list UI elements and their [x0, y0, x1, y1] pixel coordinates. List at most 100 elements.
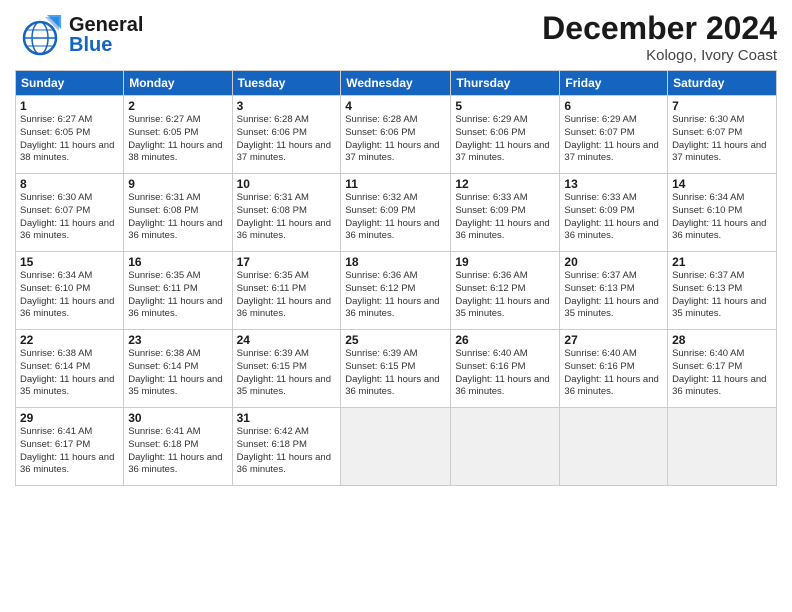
table-row: 13 Sunrise: 6:33 AMSunset: 6:09 PMDaylig… — [560, 174, 668, 252]
table-row: 27 Sunrise: 6:40 AMSunset: 6:16 PMDaylig… — [560, 330, 668, 408]
table-row: 4 Sunrise: 6:28 AMSunset: 6:06 PMDayligh… — [341, 96, 451, 174]
day-detail: Sunrise: 6:30 AMSunset: 6:07 PMDaylight:… — [20, 192, 114, 241]
table-row: 23 Sunrise: 6:38 AMSunset: 6:14 PMDaylig… — [124, 330, 232, 408]
calendar-week-row: 22 Sunrise: 6:38 AMSunset: 6:14 PMDaylig… — [16, 330, 777, 408]
day-number: 7 — [672, 99, 772, 113]
empty-cell — [668, 408, 777, 486]
day-number: 18 — [345, 255, 446, 269]
day-number: 11 — [345, 177, 446, 191]
table-row: 24 Sunrise: 6:39 AMSunset: 6:15 PMDaylig… — [232, 330, 341, 408]
day-detail: Sunrise: 6:31 AMSunset: 6:08 PMDaylight:… — [128, 192, 222, 241]
day-detail: Sunrise: 6:38 AMSunset: 6:14 PMDaylight:… — [20, 348, 114, 397]
day-number: 5 — [455, 99, 555, 113]
day-number: 13 — [564, 177, 663, 191]
day-number: 3 — [237, 99, 337, 113]
table-row: 19 Sunrise: 6:36 AMSunset: 6:12 PMDaylig… — [451, 252, 560, 330]
logo: General Blue — [15, 10, 143, 60]
col-friday: Friday — [560, 71, 668, 96]
day-detail: Sunrise: 6:27 AMSunset: 6:05 PMDaylight:… — [128, 114, 222, 163]
calendar-header-row: Sunday Monday Tuesday Wednesday Thursday… — [16, 71, 777, 96]
day-number: 1 — [20, 99, 119, 113]
title-block: December 2024 Kologo, Ivory Coast — [542, 10, 777, 64]
day-number: 10 — [237, 177, 337, 191]
day-detail: Sunrise: 6:39 AMSunset: 6:15 PMDaylight:… — [345, 348, 439, 397]
month-title: December 2024 — [542, 10, 777, 47]
day-detail: Sunrise: 6:38 AMSunset: 6:14 PMDaylight:… — [128, 348, 222, 397]
day-detail: Sunrise: 6:29 AMSunset: 6:07 PMDaylight:… — [564, 114, 658, 163]
calendar-week-row: 29 Sunrise: 6:41 AMSunset: 6:17 PMDaylig… — [16, 408, 777, 486]
day-detail: Sunrise: 6:40 AMSunset: 6:17 PMDaylight:… — [672, 348, 766, 397]
page-header: General Blue December 2024 Kologo, Ivory… — [15, 10, 777, 64]
day-number: 4 — [345, 99, 446, 113]
day-detail: Sunrise: 6:32 AMSunset: 6:09 PMDaylight:… — [345, 192, 439, 241]
day-number: 27 — [564, 333, 663, 347]
day-number: 22 — [20, 333, 119, 347]
table-row: 16 Sunrise: 6:35 AMSunset: 6:11 PMDaylig… — [124, 252, 232, 330]
day-detail: Sunrise: 6:31 AMSunset: 6:08 PMDaylight:… — [237, 192, 331, 241]
table-row: 9 Sunrise: 6:31 AMSunset: 6:08 PMDayligh… — [124, 174, 232, 252]
day-number: 9 — [128, 177, 227, 191]
empty-cell — [341, 408, 451, 486]
table-row: 31 Sunrise: 6:42 AMSunset: 6:18 PMDaylig… — [232, 408, 341, 486]
day-detail: Sunrise: 6:40 AMSunset: 6:16 PMDaylight:… — [455, 348, 549, 397]
logo-blue: Blue — [69, 35, 143, 55]
day-number: 16 — [128, 255, 227, 269]
calendar-week-row: 15 Sunrise: 6:34 AMSunset: 6:10 PMDaylig… — [16, 252, 777, 330]
day-number: 26 — [455, 333, 555, 347]
day-detail: Sunrise: 6:33 AMSunset: 6:09 PMDaylight:… — [455, 192, 549, 241]
day-detail: Sunrise: 6:37 AMSunset: 6:13 PMDaylight:… — [564, 270, 658, 319]
day-detail: Sunrise: 6:35 AMSunset: 6:11 PMDaylight:… — [128, 270, 222, 319]
col-sunday: Sunday — [16, 71, 124, 96]
day-number: 31 — [237, 411, 337, 425]
table-row: 29 Sunrise: 6:41 AMSunset: 6:17 PMDaylig… — [16, 408, 124, 486]
day-number: 8 — [20, 177, 119, 191]
day-number: 29 — [20, 411, 119, 425]
day-detail: Sunrise: 6:39 AMSunset: 6:15 PMDaylight:… — [237, 348, 331, 397]
table-row: 3 Sunrise: 6:28 AMSunset: 6:06 PMDayligh… — [232, 96, 341, 174]
day-detail: Sunrise: 6:29 AMSunset: 6:06 PMDaylight:… — [455, 114, 549, 163]
table-row: 20 Sunrise: 6:37 AMSunset: 6:13 PMDaylig… — [560, 252, 668, 330]
table-row: 11 Sunrise: 6:32 AMSunset: 6:09 PMDaylig… — [341, 174, 451, 252]
col-thursday: Thursday — [451, 71, 560, 96]
day-number: 14 — [672, 177, 772, 191]
table-row: 14 Sunrise: 6:34 AMSunset: 6:10 PMDaylig… — [668, 174, 777, 252]
day-number: 2 — [128, 99, 227, 113]
day-number: 19 — [455, 255, 555, 269]
day-detail: Sunrise: 6:36 AMSunset: 6:12 PMDaylight:… — [345, 270, 439, 319]
day-number: 25 — [345, 333, 446, 347]
day-number: 12 — [455, 177, 555, 191]
table-row: 18 Sunrise: 6:36 AMSunset: 6:12 PMDaylig… — [341, 252, 451, 330]
location-text: Kologo, Ivory Coast — [542, 47, 777, 64]
col-monday: Monday — [124, 71, 232, 96]
logo-icon — [15, 10, 65, 60]
col-tuesday: Tuesday — [232, 71, 341, 96]
day-number: 24 — [237, 333, 337, 347]
page-container: General Blue December 2024 Kologo, Ivory… — [0, 0, 792, 496]
table-row: 17 Sunrise: 6:35 AMSunset: 6:11 PMDaylig… — [232, 252, 341, 330]
table-row: 22 Sunrise: 6:38 AMSunset: 6:14 PMDaylig… — [16, 330, 124, 408]
day-number: 20 — [564, 255, 663, 269]
day-detail: Sunrise: 6:34 AMSunset: 6:10 PMDaylight:… — [20, 270, 114, 319]
calendar-week-row: 1 Sunrise: 6:27 AMSunset: 6:05 PMDayligh… — [16, 96, 777, 174]
day-number: 6 — [564, 99, 663, 113]
table-row: 25 Sunrise: 6:39 AMSunset: 6:15 PMDaylig… — [341, 330, 451, 408]
table-row: 26 Sunrise: 6:40 AMSunset: 6:16 PMDaylig… — [451, 330, 560, 408]
day-number: 15 — [20, 255, 119, 269]
table-row: 7 Sunrise: 6:30 AMSunset: 6:07 PMDayligh… — [668, 96, 777, 174]
day-number: 17 — [237, 255, 337, 269]
day-number: 30 — [128, 411, 227, 425]
logo-text: General Blue — [69, 15, 143, 55]
day-detail: Sunrise: 6:28 AMSunset: 6:06 PMDaylight:… — [237, 114, 331, 163]
table-row: 5 Sunrise: 6:29 AMSunset: 6:06 PMDayligh… — [451, 96, 560, 174]
day-detail: Sunrise: 6:42 AMSunset: 6:18 PMDaylight:… — [237, 426, 331, 475]
empty-cell — [451, 408, 560, 486]
day-number: 28 — [672, 333, 772, 347]
empty-cell — [560, 408, 668, 486]
day-detail: Sunrise: 6:30 AMSunset: 6:07 PMDaylight:… — [672, 114, 766, 163]
table-row: 15 Sunrise: 6:34 AMSunset: 6:10 PMDaylig… — [16, 252, 124, 330]
day-detail: Sunrise: 6:33 AMSunset: 6:09 PMDaylight:… — [564, 192, 658, 241]
col-saturday: Saturday — [668, 71, 777, 96]
col-wednesday: Wednesday — [341, 71, 451, 96]
day-detail: Sunrise: 6:41 AMSunset: 6:18 PMDaylight:… — [128, 426, 222, 475]
table-row: 6 Sunrise: 6:29 AMSunset: 6:07 PMDayligh… — [560, 96, 668, 174]
